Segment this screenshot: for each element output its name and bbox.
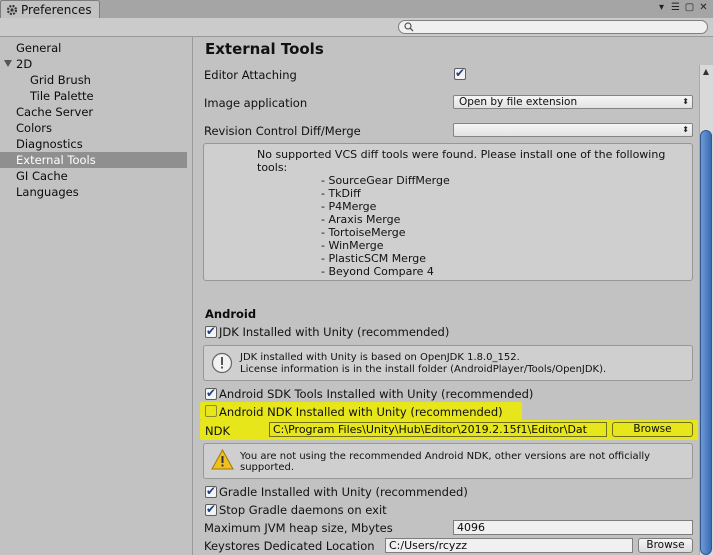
- expand-arrow-icon[interactable]: [4, 60, 12, 67]
- image-application-label: Image application: [204, 96, 308, 110]
- sidebar-item-2d[interactable]: 2D: [0, 56, 187, 72]
- jdk-info-line2: License information is in the install fo…: [240, 364, 607, 375]
- ndk-label: Android NDK Installed with Unity (recomm…: [219, 405, 503, 419]
- gradle-checkbox[interactable]: [205, 484, 217, 498]
- vcs-tool-item: - Araxis Merge: [321, 213, 401, 226]
- sdk-checkbox[interactable]: [205, 386, 217, 400]
- window-controls: ▾ ☰ ▢ ✕: [656, 2, 709, 13]
- vcs-tool-item: - TkDiff: [321, 187, 361, 200]
- vcs-tool-item: - P4Merge: [321, 200, 377, 213]
- close-icon[interactable]: ✕: [698, 2, 709, 13]
- info-icon: [211, 352, 233, 374]
- ndk-browse-button[interactable]: Browse: [612, 422, 693, 437]
- vcs-tool-item: - PlasticSCM Merge: [321, 252, 427, 265]
- vcs-message-text: No supported VCS diff tools were found. …: [257, 148, 666, 161]
- keystores-field[interactable]: C:/Users/rcyzz: [385, 538, 633, 553]
- updown-arrow-icon: ⬍: [682, 97, 689, 106]
- editor-attaching-label: Editor Attaching: [204, 68, 297, 82]
- vcs-tool-item: - SourceGear DiffMerge: [321, 174, 450, 187]
- jvm-heap-field[interactable]: 4096: [453, 520, 693, 535]
- sdk-label: Android SDK Tools Installed with Unity (…: [219, 387, 534, 401]
- sidebar-item-general[interactable]: General: [0, 40, 187, 56]
- warning-icon: [211, 449, 234, 470]
- stop-gradle-label: Stop Gradle daemons on exit: [219, 503, 387, 517]
- ndk-checkbox[interactable]: [205, 405, 217, 417]
- sidebar-item-languages[interactable]: Languages: [0, 184, 187, 200]
- revision-control-dropdown[interactable]: ⬍: [453, 123, 693, 137]
- keystores-browse-button[interactable]: Browse: [638, 538, 693, 553]
- vcs-message-text-2: tools:: [257, 161, 288, 174]
- page-title: External Tools: [205, 40, 324, 58]
- search-input[interactable]: [398, 20, 708, 34]
- android-section-title: Android: [205, 307, 257, 321]
- sidebar-item-colors[interactable]: Colors: [0, 120, 187, 136]
- jdk-checkbox[interactable]: [205, 324, 217, 338]
- sidebar: General 2D Grid Brush Tile Palette Cache…: [0, 37, 193, 555]
- sidebar-item-label: 2D: [16, 57, 33, 71]
- jdk-label: JDK Installed with Unity (recommended): [219, 325, 450, 339]
- title-bar: [0, 0, 713, 18]
- sidebar-item-tile-palette[interactable]: Tile Palette: [0, 88, 187, 104]
- ndk-path-field[interactable]: C:\Program Files\Unity\Hub\Editor\2019.2…: [269, 422, 607, 437]
- scroll-up-icon[interactable]: ▲: [701, 67, 711, 77]
- maximize-icon[interactable]: ▢: [684, 2, 695, 13]
- sidebar-item-grid-brush[interactable]: Grid Brush: [0, 72, 187, 88]
- menu-icon[interactable]: ☰: [670, 2, 681, 13]
- ndk-warning-line2: supported.: [240, 462, 295, 473]
- vcs-tool-item: - Beyond Compare 4: [321, 265, 434, 278]
- revision-control-label: Revision Control Diff/Merge: [204, 124, 361, 138]
- preferences-tab[interactable]: Preferences: [0, 0, 100, 19]
- jvm-heap-label: Maximum JVM heap size, Mbytes: [204, 521, 393, 535]
- dropdown-icon[interactable]: ▾: [656, 2, 667, 13]
- keystores-label: Keystores Dedicated Location: [204, 539, 375, 553]
- image-application-dropdown[interactable]: Open by file extension ⬍: [453, 95, 693, 109]
- ndk-warning-line1: You are not using the recommended Androi…: [240, 451, 651, 462]
- sidebar-item-external-tools[interactable]: External Tools: [0, 152, 187, 168]
- gradle-label: Gradle Installed with Unity (recommended…: [219, 485, 468, 499]
- vcs-tool-item: - WinMerge: [321, 239, 384, 252]
- sidebar-item-gi-cache[interactable]: GI Cache: [0, 168, 187, 184]
- updown-arrow-icon: ⬍: [682, 125, 689, 134]
- ndk-path-label: NDK: [205, 424, 230, 438]
- editor-attaching-checkbox[interactable]: [454, 66, 466, 80]
- tab-title: Preferences: [21, 3, 92, 17]
- sidebar-item-diagnostics[interactable]: Diagnostics: [0, 136, 187, 152]
- scrollbar-thumb[interactable]: [700, 130, 712, 555]
- vcs-tool-item: - TortoiseMerge: [321, 226, 406, 239]
- sidebar-item-cache-server[interactable]: Cache Server: [0, 104, 187, 120]
- dropdown-value: Open by file extension: [459, 96, 578, 108]
- gear-icon: [6, 4, 18, 16]
- search-icon: [404, 22, 414, 32]
- stop-gradle-checkbox[interactable]: [205, 502, 217, 516]
